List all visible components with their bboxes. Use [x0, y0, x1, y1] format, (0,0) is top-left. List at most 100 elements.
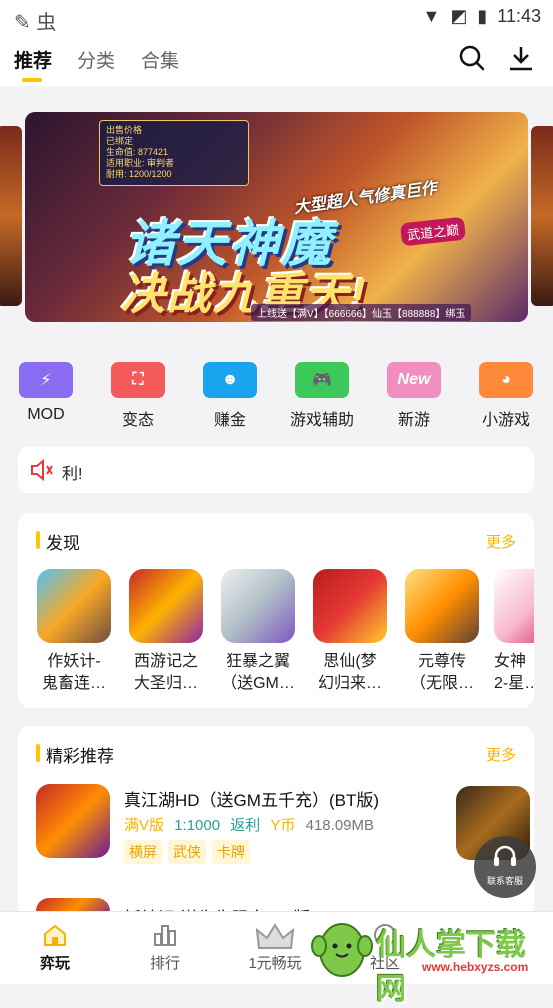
- featured-section: 精彩推荐 更多 真江湖HD（送GM五千充）(BT版) 满V版 1:1000 返利…: [18, 726, 534, 926]
- category-label: 新游: [397, 412, 430, 429]
- pacman-icon: ◕: [479, 362, 533, 398]
- category-game-assist[interactable]: 🎮 游戏辅助: [282, 362, 362, 430]
- coin-face-icon: ☻: [203, 362, 257, 398]
- meta-currency: Y币: [270, 817, 296, 834]
- no-sim-icon: ◩: [450, 6, 468, 26]
- bottom-tab-one-yuan[interactable]: 1元畅玩: [230, 922, 320, 973]
- gamepad-icon: 🎮: [295, 362, 349, 398]
- customer-support-button[interactable]: 联系客服: [474, 836, 536, 898]
- bottom-tab-label: 排行: [149, 955, 180, 972]
- category-label: 小游戏: [481, 412, 530, 429]
- status-app-glyph: 虫: [36, 12, 57, 34]
- category-new-games[interactable]: New 新游: [374, 362, 454, 430]
- bottom-tab-ranking[interactable]: 排行: [120, 922, 210, 973]
- wifi-icon: ▼: [422, 6, 441, 26]
- watermark-url: www.hebxyzs.com: [422, 960, 529, 974]
- bottom-tab-home[interactable]: 弈玩: [10, 922, 100, 973]
- site-watermark: 仙人掌下载网 www.hebxyzs.com: [310, 908, 553, 1006]
- battery-icon: ▮: [477, 6, 488, 26]
- game-name-line1: 女神: [494, 653, 527, 670]
- game-icon: [129, 569, 203, 643]
- game-name-line1: 元尊传: [417, 653, 466, 670]
- expand-icon: ⛶: [111, 362, 165, 398]
- game-name-line1: 思仙(梦: [323, 653, 377, 670]
- game-icon: [221, 569, 295, 643]
- game-tags: 横屏 武侠 卡牌: [124, 840, 250, 864]
- banner-item-info: 出售价格 已绑定 生命值: 877421 适用职业: 审判者 耐用: 1200/…: [99, 120, 249, 186]
- category-label: MOD: [27, 406, 65, 423]
- notice-text: 利!: [62, 466, 83, 483]
- banner-prev-peek[interactable]: [0, 126, 22, 306]
- meta-version: 满V版: [124, 817, 165, 834]
- banner-next-peek[interactable]: [531, 126, 553, 306]
- game-item[interactable]: 作妖计- 鬼畜连…: [34, 569, 114, 695]
- game-icon: [313, 569, 387, 643]
- crown-icon: [255, 923, 295, 949]
- category-modified[interactable]: ⛶ 变态: [98, 362, 178, 430]
- status-time: 11:43: [497, 6, 541, 26]
- notice-bar[interactable]: 利!: [18, 447, 534, 493]
- banner-info-line: 已绑定: [106, 136, 134, 146]
- broom-icon: ✎: [14, 12, 31, 34]
- game-name-line1: 作妖计-: [47, 653, 101, 670]
- category-label: 赚金: [213, 412, 246, 429]
- support-label: 联系客服: [486, 876, 523, 886]
- tab-collection[interactable]: 合集: [141, 46, 179, 73]
- game-item[interactable]: 元尊传 （无限…: [402, 569, 482, 695]
- section-title: 精彩推荐: [46, 747, 114, 766]
- category-label: 变态: [121, 412, 154, 429]
- category-mod[interactable]: ⚡ MOD: [6, 362, 86, 424]
- meta-size: 418.09MB: [305, 817, 375, 834]
- banner-carousel[interactable]: 出售价格 已绑定 生命值: 877421 适用职业: 审判者 耐用: 1200/…: [0, 96, 553, 336]
- lightning-icon: ⚡: [19, 362, 73, 398]
- game-item[interactable]: 西游记之 大圣归…: [126, 569, 206, 695]
- meta-rebate: 返利: [230, 817, 261, 834]
- tab-category[interactable]: 分类: [77, 46, 115, 73]
- game-name-line2: （无限…: [409, 675, 474, 692]
- discover-section: 发现 更多 作妖计- 鬼畜连… 西游记之 大圣归… 狂暴之翼 （送GM… 思仙(…: [18, 513, 534, 708]
- featured-item[interactable]: 真江湖HD（送GM五千充）(BT版) 满V版 1:1000 返利 Y币 418.…: [36, 784, 532, 864]
- status-right: ▼ ◩ ▮ 11:43: [423, 6, 541, 27]
- banner-game-logo: 武道之巅: [399, 216, 467, 247]
- banner-info-line: 出售价格: [106, 125, 143, 135]
- banner-promo-note: 上线送【满V】【666666】仙玉【888888】绑玉: [251, 304, 472, 321]
- section-title: 发现: [46, 534, 80, 553]
- game-icon: [494, 569, 534, 643]
- banner-main[interactable]: 出售价格 已绑定 生命值: 877421 适用职业: 审判者 耐用: 1200/…: [25, 112, 528, 322]
- tag: 卡牌: [212, 840, 250, 864]
- banner-info-line: 生命值: 877421: [106, 147, 169, 157]
- bottom-tab-label: 弈玩: [39, 955, 70, 972]
- tab-recommend[interactable]: 推荐: [14, 46, 52, 73]
- search-icon[interactable]: [458, 44, 486, 72]
- banner-info-line: 耐用: 1200/1200: [106, 169, 172, 179]
- game-name-line2: （送GM…: [221, 675, 295, 692]
- meta-ratio: 1:1000: [174, 817, 221, 834]
- tag: 横屏: [124, 840, 162, 864]
- headset-icon: [494, 845, 516, 866]
- cactus-logo-icon: [311, 923, 373, 977]
- game-item[interactable]: 狂暴之翼 （送GM…: [218, 569, 298, 695]
- game-name-line1: 西游记之: [133, 653, 198, 670]
- game-name-line2: 2-星…: [494, 675, 534, 692]
- tag: 武侠: [168, 840, 206, 864]
- status-bar: ✎ 虫 ▼ ◩ ▮ 11:43: [0, 0, 553, 34]
- active-tab-indicator: [22, 78, 42, 82]
- game-name-line2: 鬼畜连…: [41, 675, 106, 692]
- game-name-line2: 大圣归…: [133, 675, 198, 692]
- game-item[interactable]: 思仙(梦 幻归来…: [310, 569, 390, 695]
- more-link[interactable]: 更多: [486, 744, 516, 765]
- game-icon: [36, 784, 110, 858]
- top-nav: 推荐 分类 合集: [0, 34, 553, 86]
- category-label: 游戏辅助: [289, 412, 354, 429]
- game-title: 真江湖HD（送GM五千充）(BT版): [124, 791, 379, 810]
- category-mini-games[interactable]: ◕ 小游戏: [466, 362, 546, 430]
- more-link[interactable]: 更多: [486, 531, 516, 552]
- game-item[interactable]: 女神 2-星…: [494, 569, 534, 695]
- game-name-line2: 幻归来…: [317, 675, 382, 692]
- category-earn[interactable]: ☻ 赚金: [190, 362, 270, 430]
- game-icon: [37, 569, 111, 643]
- new-icon: New: [387, 362, 441, 398]
- ranking-icon: [154, 925, 176, 946]
- download-icon[interactable]: [507, 44, 535, 72]
- speaker-icon: [31, 459, 53, 481]
